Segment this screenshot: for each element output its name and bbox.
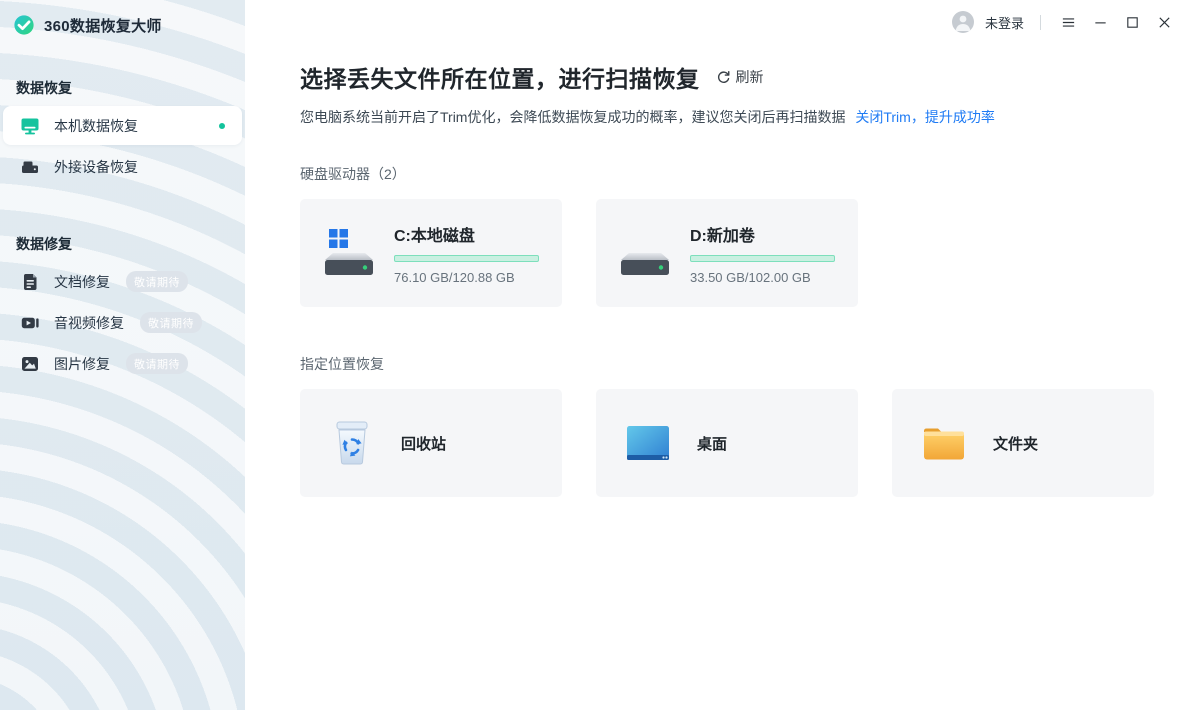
video-icon: [20, 313, 40, 333]
refresh-icon: [716, 70, 731, 85]
minimize-icon[interactable]: [1087, 9, 1113, 35]
monitor-icon: [20, 116, 40, 136]
trim-notice-text: 您电脑系统当前开启了Trim优化，会降低数据恢复成功的概率，建议您关闭后再扫描数…: [300, 109, 845, 125]
sidebar: 360数据恢复大师 数据恢复 本机数据恢复: [0, 0, 245, 710]
active-indicator-dot: [219, 123, 225, 129]
disable-trim-link[interactable]: 关闭Trim，提升成功率: [855, 109, 994, 125]
app-title: 360数据恢复大师: [44, 15, 162, 36]
drive-card-c[interactable]: C:本地磁盘 76.10 GB/120.88 GB: [300, 199, 562, 307]
sidebar-item-label: 图片修复: [54, 354, 110, 374]
external-device-icon: [20, 157, 40, 177]
location-label: 文件夹: [993, 433, 1038, 454]
sidebar-item-label: 文档修复: [54, 272, 110, 292]
location-label: 桌面: [697, 433, 727, 454]
sidebar-section-label-recovery: 数据恢复: [16, 78, 245, 98]
menu-icon[interactable]: [1055, 9, 1081, 35]
maximize-icon[interactable]: [1119, 9, 1145, 35]
desktop-icon: [626, 420, 670, 466]
drive-icon: [617, 227, 673, 279]
coming-soon-badge: 敬请期待: [140, 312, 202, 333]
location-card-row: 回收站 桌面: [300, 389, 1165, 497]
coming-soon-badge: 敬请期待: [126, 353, 188, 374]
location-card-desktop[interactable]: 桌面: [596, 389, 858, 497]
drive-card-row: C:本地磁盘 76.10 GB/120.88 GB: [300, 199, 1165, 307]
document-icon: [20, 272, 40, 292]
drive-card-d[interactable]: D:新加卷 33.50 GB/102.00 GB: [596, 199, 858, 307]
page-title: 选择丢失文件所在位置，进行扫描恢复: [300, 60, 700, 94]
coming-soon-badge: 敬请期待: [126, 271, 188, 292]
sidebar-item-label: 音视频修复: [54, 313, 124, 333]
folder-icon: [922, 420, 966, 466]
titlebar-controls: 未登录: [952, 0, 1189, 44]
locations-section-label: 指定位置恢复: [300, 354, 1165, 374]
brand: 360数据恢复大师: [0, 0, 245, 36]
recycle-bin-icon: [330, 420, 374, 466]
location-card-folder[interactable]: 文件夹: [892, 389, 1154, 497]
sidebar-item-external-recovery[interactable]: 外接设备恢复: [3, 147, 242, 186]
sidebar-item-image-repair[interactable]: 图片修复 敬请期待: [3, 344, 242, 383]
drive-usage-text: 33.50 GB/102.00 GB: [690, 270, 835, 285]
drive-name: D:新加卷: [690, 222, 835, 246]
windows-drive-icon: [321, 227, 377, 279]
main-content: 未登录 选择丢失文件所在位置，进行扫描恢复 刷新: [245, 0, 1189, 710]
drive-usage-bar: [690, 255, 835, 262]
drive-usage-bar: [394, 255, 539, 262]
location-card-recycle-bin[interactable]: 回收站: [300, 389, 562, 497]
sidebar-item-label: 本机数据恢复: [54, 116, 138, 136]
close-icon[interactable]: [1151, 9, 1177, 35]
drive-name: C:本地磁盘: [394, 222, 539, 246]
app-logo-icon: [13, 14, 35, 36]
app-window: 360数据恢复大师 数据恢复 本机数据恢复: [0, 0, 1189, 710]
drive-usage-text: 76.10 GB/120.88 GB: [394, 270, 539, 285]
image-icon: [20, 354, 40, 374]
sidebar-item-local-recovery[interactable]: 本机数据恢复: [3, 106, 242, 145]
sidebar-section-label-repair: 数据修复: [16, 234, 245, 254]
login-status[interactable]: 未登录: [985, 13, 1024, 32]
trim-notice: 您电脑系统当前开启了Trim优化，会降低数据恢复成功的概率，建议您关闭后再扫描数…: [300, 107, 1165, 127]
avatar-icon[interactable]: [952, 11, 974, 33]
sidebar-item-document-repair[interactable]: 文档修复 敬请期待: [3, 262, 242, 301]
drives-section-label: 硬盘驱动器（2）: [300, 164, 1165, 184]
location-label: 回收站: [401, 433, 446, 454]
refresh-button[interactable]: 刷新: [716, 67, 764, 87]
sidebar-item-label: 外接设备恢复: [54, 157, 138, 177]
refresh-label: 刷新: [736, 67, 764, 87]
sidebar-item-av-repair[interactable]: 音视频修复 敬请期待: [3, 303, 242, 342]
titlebar-divider: [1040, 15, 1041, 30]
